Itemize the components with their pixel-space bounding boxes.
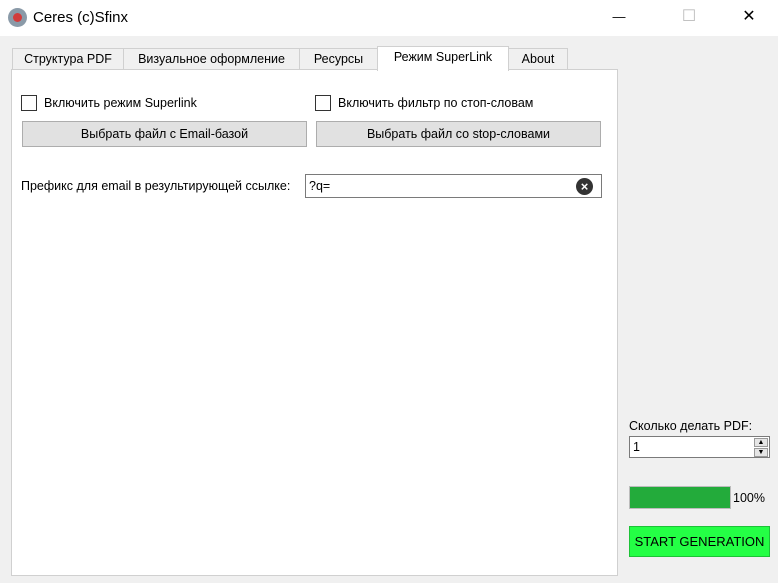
spin-up-icon[interactable]: ▲ xyxy=(754,438,768,447)
pdf-count-value[interactable]: 1 xyxy=(633,440,640,454)
checkbox-box[interactable] xyxy=(315,95,331,111)
start-generation-button[interactable]: START GENERATION xyxy=(629,526,770,557)
progress-bar xyxy=(629,486,731,509)
tab-about[interactable]: About xyxy=(508,48,568,70)
choose-stopwords-file-button[interactable]: Выбрать файл со stop-словами xyxy=(316,121,601,147)
close-button[interactable]: ✕ xyxy=(726,0,772,34)
title-bar: Ceres (c)Sfinx — ☐ ✕ xyxy=(0,0,778,36)
count-label: Сколько делать PDF: xyxy=(629,419,753,433)
choose-email-file-button[interactable]: Выбрать файл с Email-базой xyxy=(22,121,307,147)
spin-down-icon[interactable]: ▼ xyxy=(754,448,768,457)
checkbox-label: Включить фильтр по стоп-словам xyxy=(338,96,534,110)
minimize-button[interactable]: — xyxy=(596,0,642,34)
maximize-button[interactable]: ☐ xyxy=(666,0,712,34)
tab-superlink[interactable]: Режим SuperLink xyxy=(377,46,509,71)
progress-fill xyxy=(630,487,730,508)
progress-text: 100% xyxy=(733,491,765,505)
prefix-value[interactable]: ?q= xyxy=(309,179,330,193)
tab-pdf-structure[interactable]: Структура PDF xyxy=(12,48,124,70)
tab-resources[interactable]: Ресурсы xyxy=(299,48,378,70)
prefix-input[interactable]: ?q= × xyxy=(305,174,602,198)
window-title: Ceres (c)Sfinx xyxy=(33,9,129,26)
enable-filter-checkbox[interactable]: Включить фильтр по стоп-словам xyxy=(315,95,533,111)
checkbox-label: Включить режим Superlink xyxy=(44,96,197,110)
clear-icon[interactable]: × xyxy=(576,178,593,195)
tab-visual-design[interactable]: Визуальное оформление xyxy=(123,48,300,70)
checkbox-box[interactable] xyxy=(21,95,37,111)
enable-superlink-checkbox[interactable]: Включить режим Superlink xyxy=(21,95,197,111)
prefix-label: Префикс для email в результирующей ссылк… xyxy=(21,179,291,193)
pdf-count-spinbox[interactable]: 1 ▲ ▼ xyxy=(629,436,770,458)
app-icon xyxy=(8,8,27,27)
